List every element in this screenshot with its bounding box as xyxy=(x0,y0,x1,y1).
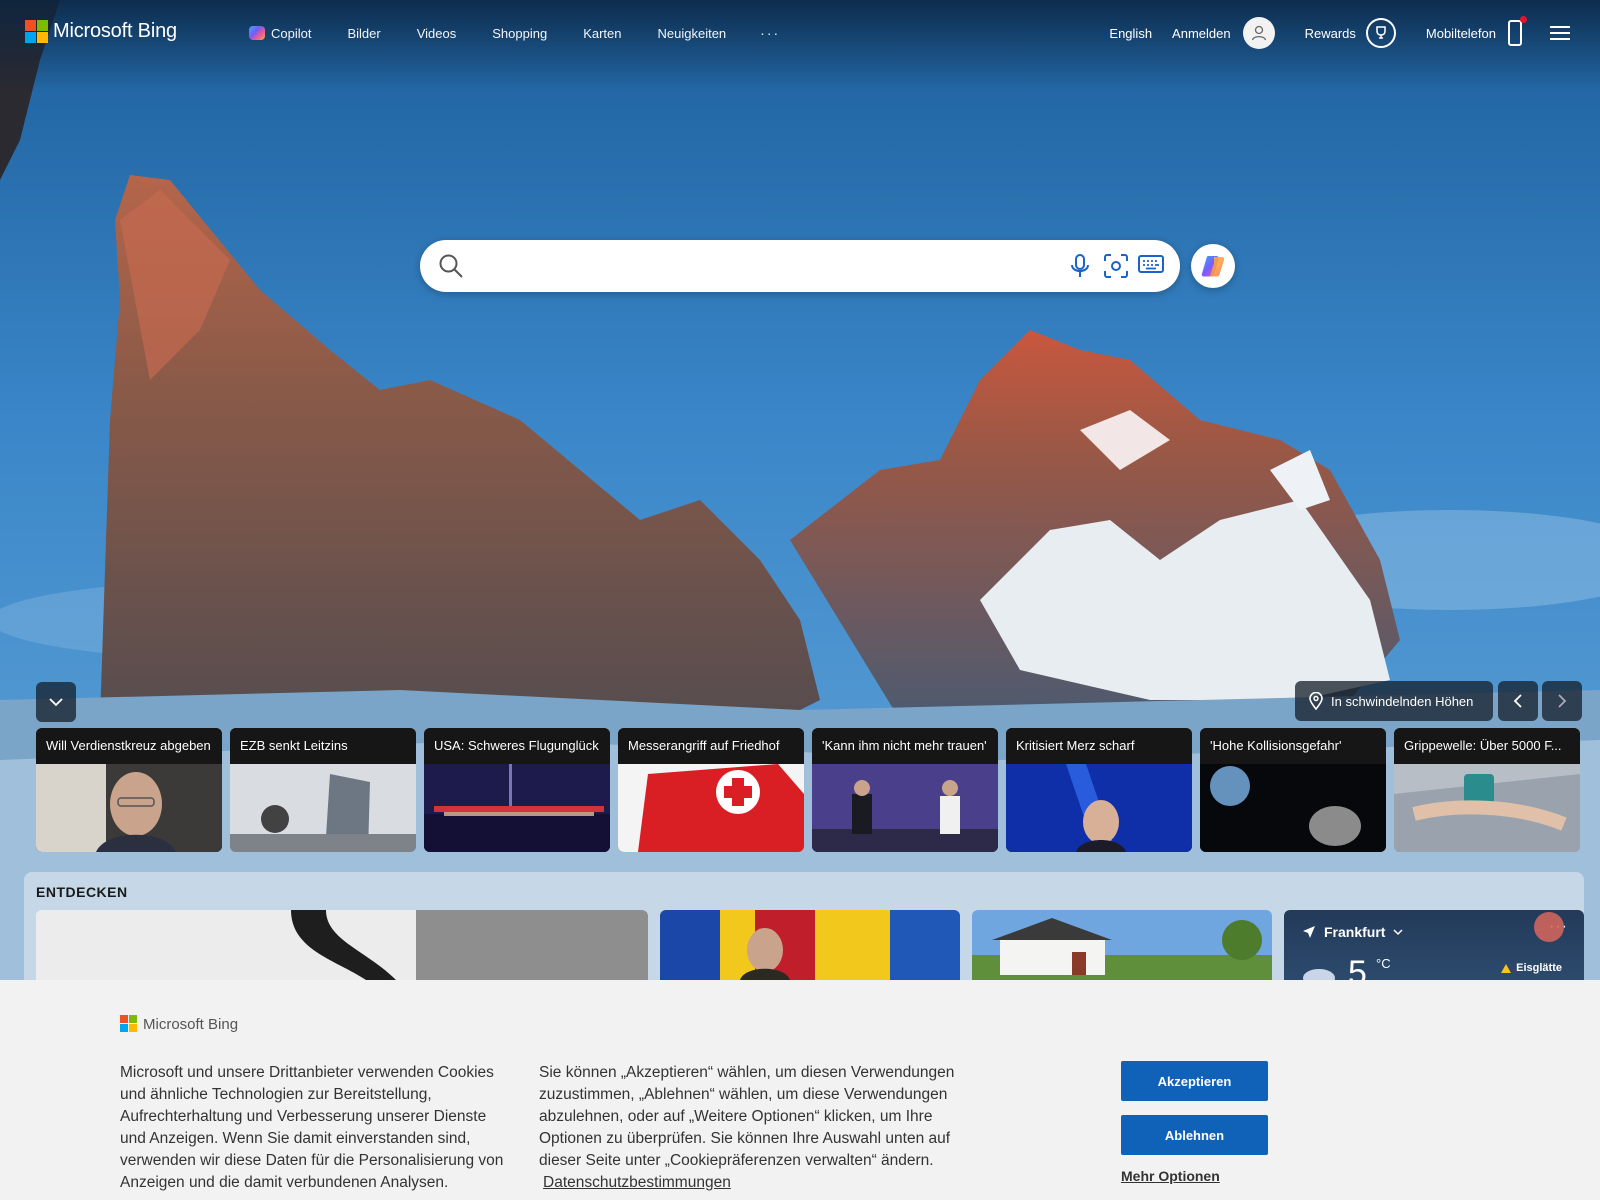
image-location-label: In schwindelnden Höhen xyxy=(1331,693,1474,709)
copilot-icon xyxy=(249,26,265,40)
search-icon[interactable] xyxy=(438,253,464,279)
news-carousel: Will Verdienstkreuz abgeben EZB senkt Le… xyxy=(36,728,1580,852)
user-avatar-icon[interactable] xyxy=(1242,17,1275,49)
news-card-title: 'Kann ihm nicht mehr trauen' xyxy=(812,728,998,764)
politician-photo xyxy=(1006,764,1192,852)
rewards-trophy-icon[interactable] xyxy=(1365,18,1396,48)
paramedic-photo xyxy=(618,764,804,852)
chevron-down-icon xyxy=(49,698,63,707)
weather-unit: °C xyxy=(1376,956,1391,971)
news-card-title: Kritisiert Merz scharf xyxy=(1006,728,1192,764)
nav-videos[interactable]: Videos xyxy=(417,26,457,41)
discover-tile[interactable] xyxy=(972,910,1272,980)
discover-title: ENTDECKEN xyxy=(36,884,128,900)
image-info-chip[interactable]: In schwindelnden Höhen xyxy=(1295,681,1493,721)
nav-bilder[interactable]: Bilder xyxy=(347,26,380,41)
news-card[interactable]: USA: Schweres Flugunglück xyxy=(424,728,610,852)
cookie-banner-logo: Microsoft Bing xyxy=(120,1015,238,1033)
news-card-title: Messerangriff auf Friedhof xyxy=(618,728,804,764)
brand-name: Microsoft Bing xyxy=(53,20,177,42)
news-card-title: EZB senkt Leitzins xyxy=(230,728,416,764)
news-card-title: Grippewelle: Über 5000 F... xyxy=(1394,728,1580,764)
weather-city: Frankfurt xyxy=(1324,924,1386,940)
weather-alert[interactable]: Eisglätte xyxy=(1500,962,1562,974)
reject-cookies-button[interactable]: Ablehnen xyxy=(1121,1115,1268,1155)
nav-copilot[interactable]: Copilot xyxy=(249,26,311,41)
previous-image-button[interactable] xyxy=(1498,681,1538,721)
navigation-arrow-icon xyxy=(1303,926,1315,938)
collapse-feed-button[interactable] xyxy=(36,682,76,722)
night-river-photo xyxy=(424,764,610,852)
chevron-right-icon xyxy=(1558,694,1567,708)
house-photo xyxy=(972,910,1272,980)
news-card-title: 'Hohe Kollisionsgefahr' xyxy=(1200,728,1386,764)
header-right: English Anmelden Rewards Mobiltelefon xyxy=(1109,16,1570,49)
top-navigation-bar: Microsoft Bing Copilot Bilder Videos Sho… xyxy=(0,0,1600,66)
news-card-title: USA: Schweres Flugunglück xyxy=(424,728,610,764)
talkshow-photo xyxy=(812,764,998,852)
weather-alert-label: Eisglätte xyxy=(1516,962,1562,974)
news-card[interactable]: 'Kann ihm nicht mehr trauen' xyxy=(812,728,998,852)
news-card[interactable]: Kritisiert Merz scharf xyxy=(1006,728,1192,852)
nav-neuigkeiten[interactable]: Neuigkeiten xyxy=(658,26,727,41)
nav-karten[interactable]: Karten xyxy=(583,26,621,41)
copilot-button[interactable] xyxy=(1191,244,1235,288)
flags-portrait-photo xyxy=(660,910,960,980)
chevron-down-icon xyxy=(1393,929,1403,936)
main-nav: Copilot Bilder Videos Shopping Karten Ne… xyxy=(249,25,816,41)
search-input[interactable] xyxy=(476,248,1036,284)
microsoft-logo-icon xyxy=(120,1015,138,1033)
news-card-title: Will Verdienstkreuz abgeben xyxy=(36,728,222,764)
weather-illustration-planet xyxy=(1534,912,1564,942)
nav-shopping[interactable]: Shopping xyxy=(492,26,547,41)
discover-tile-large[interactable] xyxy=(36,910,648,980)
nav-copilot-label: Copilot xyxy=(271,25,312,41)
location-pin-icon xyxy=(1309,692,1323,710)
ecb-building-photo xyxy=(230,764,416,852)
asteroid-photo xyxy=(1200,764,1386,852)
microsoft-logo-icon xyxy=(25,20,48,43)
keyboard-icon[interactable] xyxy=(1138,254,1164,276)
cookie-text-secondary: Sie können „Akzeptieren“ wählen, um dies… xyxy=(539,1064,955,1169)
bing-logo[interactable]: Microsoft Bing xyxy=(25,20,177,43)
news-card[interactable]: EZB senkt Leitzins xyxy=(230,728,416,852)
cookie-banner-brand: Microsoft Bing xyxy=(143,1015,239,1033)
portrait-photo xyxy=(36,764,222,852)
discover-tile[interactable] xyxy=(660,910,960,980)
rewards-link[interactable]: Rewards xyxy=(1305,26,1356,41)
privacy-link[interactable]: Datenschutzbestimmungen xyxy=(543,1174,731,1191)
weather-temperature: 5 xyxy=(1348,954,1367,980)
news-card[interactable]: Will Verdienstkreuz abgeben xyxy=(36,728,222,852)
copilot-logo-icon xyxy=(1201,256,1225,277)
cloud-icon xyxy=(1303,969,1335,980)
more-options-link[interactable]: Mehr Optionen xyxy=(1121,1168,1220,1184)
accept-cookies-button[interactable]: Akzeptieren xyxy=(1121,1061,1268,1101)
news-card[interactable]: Messerangriff auf Friedhof xyxy=(618,728,804,852)
microphone-icon[interactable] xyxy=(1068,253,1092,279)
nav-more-button[interactable]: ··· xyxy=(760,25,780,41)
chevron-left-icon xyxy=(1513,694,1522,708)
next-image-button[interactable] xyxy=(1542,681,1582,721)
signin-link[interactable]: Anmelden xyxy=(1172,26,1231,41)
cookie-text-secondary-block: Sie können „Akzeptieren“ wählen, um dies… xyxy=(539,1062,989,1194)
weather-widget[interactable]: Frankfurt ··· 5 °C Eisglätte xyxy=(1284,910,1584,980)
news-card[interactable]: 'Hohe Kollisionsgefahr' xyxy=(1200,728,1386,852)
visual-search-camera-icon[interactable] xyxy=(1103,253,1129,279)
menu-hamburger-icon[interactable] xyxy=(1550,26,1570,40)
news-card[interactable]: Grippewelle: Über 5000 F... xyxy=(1394,728,1580,852)
warning-icon xyxy=(1501,963,1512,973)
language-link[interactable]: English xyxy=(1109,26,1152,41)
search-box xyxy=(420,240,1180,292)
cookie-text-primary: Microsoft und unsere Drittanbieter verwe… xyxy=(120,1064,504,1191)
kitchen-appliance-photo xyxy=(36,910,648,980)
weather-location[interactable]: Frankfurt xyxy=(1302,924,1403,940)
mobile-link[interactable]: Mobiltelefon xyxy=(1426,26,1496,41)
sick-person-photo xyxy=(1394,764,1580,852)
mobile-phone-icon[interactable] xyxy=(1508,16,1527,46)
